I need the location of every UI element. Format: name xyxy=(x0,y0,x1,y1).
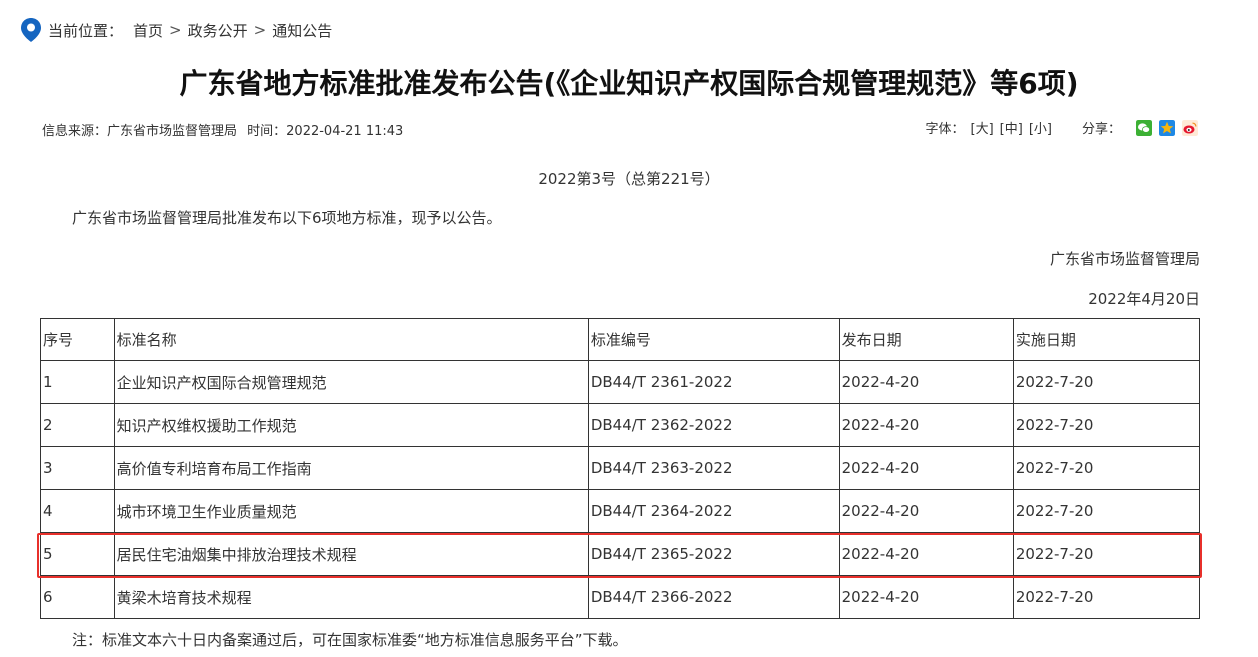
cell-effective-date: 2022-7-20 xyxy=(1012,489,1201,533)
signing-date: 2022年4月20日 xyxy=(1088,290,1200,308)
breadcrumb-home[interactable]: 首页 xyxy=(133,20,163,41)
info-source: 信息来源：广东省市场监督管理局 xyxy=(42,124,238,139)
weibo-icon[interactable] xyxy=(1182,119,1198,136)
cell-publish-date: 2022-4-20 xyxy=(838,532,1014,576)
qzone-icon[interactable] xyxy=(1159,119,1175,136)
intro-paragraph: 广东省市场监督管理局批准发布以下6项地方标准，现予以公告。 xyxy=(72,209,502,227)
cell-effective-date: 2022-7-20 xyxy=(1012,575,1201,619)
signing-authority: 广东省市场监督管理局 xyxy=(1049,250,1200,268)
table-header-row: 序号 标准名称 标准编号 发布日期 实施日期 xyxy=(40,318,1201,361)
article-tools: 字体： [大] [中] [小] 分享： xyxy=(925,118,1198,137)
cell-seq: 2 xyxy=(40,403,115,447)
page-title: 广东省地方标准批准发布公告(《企业知识产权国际合规管理规范》等6项) xyxy=(179,67,1079,100)
header-standard-number: 标准编号 xyxy=(587,318,840,361)
header-publish-date: 发布日期 xyxy=(838,318,1014,361)
cell-seq: 4 xyxy=(40,489,115,533)
header-standard-name: 标准名称 xyxy=(113,318,589,361)
table-row: 2 知识产权维权援助工作规范 DB44/T 2362-2022 2022-4-2… xyxy=(40,403,1201,447)
cell-seq: 6 xyxy=(40,575,115,619)
table-row: 4 城市环境卫生作业质量规范 DB44/T 2364-2022 2022-4-2… xyxy=(40,489,1201,533)
standards-table: 序号 标准名称 标准编号 发布日期 实施日期 1 企业知识产权国际合规管理规范 … xyxy=(40,318,1201,619)
article-meta: 信息来源：广东省市场监督管理局 时间：2022-04-21 11:43 xyxy=(42,120,409,139)
font-size-small-button[interactable]: [小] xyxy=(1029,118,1052,137)
cell-standard-name: 居民住宅油烟集中排放治理技术规程 xyxy=(113,532,589,576)
header-effective-date: 实施日期 xyxy=(1012,318,1201,361)
font-size-label: 字体： xyxy=(925,122,965,137)
cell-effective-date: 2022-7-20 xyxy=(1012,360,1201,404)
publish-time: 时间：2022-04-21 11:43 xyxy=(247,124,404,139)
font-size-large-button[interactable]: [大] xyxy=(971,118,994,137)
cell-standard-number: DB44/T 2365-2022 xyxy=(587,532,840,576)
cell-publish-date: 2022-4-20 xyxy=(838,489,1014,533)
breadcrumb-separator: > xyxy=(169,21,182,39)
cell-seq: 5 xyxy=(40,532,115,576)
cell-effective-date: 2022-7-20 xyxy=(1012,532,1201,576)
share-label: 分享： xyxy=(1081,122,1121,137)
breadcrumb-separator: > xyxy=(253,21,267,39)
cell-seq: 1 xyxy=(40,360,115,404)
wechat-icon[interactable] xyxy=(1136,119,1152,136)
location-pin-icon xyxy=(21,18,41,42)
issue-number: 2022第3号（总第221号） xyxy=(538,170,720,188)
cell-effective-date: 2022-7-20 xyxy=(1012,446,1201,490)
cell-publish-date: 2022-4-20 xyxy=(838,403,1014,447)
cell-standard-name: 知识产权维权援助工作规范 xyxy=(113,403,589,447)
table-row-highlighted: 5 居民住宅油烟集中排放治理技术规程 DB44/T 2365-2022 2022… xyxy=(40,532,1201,576)
cell-standard-number: DB44/T 2362-2022 xyxy=(587,403,840,447)
footnote: 注：标准文本六十日内备案通过后，可在国家标准委“地方标准信息服务平台”下载。 xyxy=(72,631,628,649)
header-seq: 序号 xyxy=(40,318,115,361)
table-row: 1 企业知识产权国际合规管理规范 DB44/T 2361-2022 2022-4… xyxy=(40,360,1201,404)
font-size-medium-button[interactable]: [中] xyxy=(1000,118,1023,137)
cell-standard-name: 企业知识产权国际合规管理规范 xyxy=(113,360,589,404)
cell-standard-number: DB44/T 2364-2022 xyxy=(587,489,840,533)
breadcrumb-label: 当前位置： xyxy=(48,21,124,40)
breadcrumb-notices[interactable]: 通知公告 xyxy=(272,20,332,41)
breadcrumb-gov-affairs[interactable]: 政务公开 xyxy=(188,20,248,41)
breadcrumb: 当前位置： 首页 > 政务公开 > 通知公告 xyxy=(20,16,332,44)
cell-standard-number: DB44/T 2366-2022 xyxy=(587,575,840,619)
table-row: 6 黄梁木培育技术规程 DB44/T 2366-2022 2022-4-20 2… xyxy=(40,575,1201,619)
table-row: 3 高价值专利培育布局工作指南 DB44/T 2363-2022 2022-4-… xyxy=(40,446,1201,490)
cell-standard-name: 高价值专利培育布局工作指南 xyxy=(113,446,589,490)
cell-standard-name: 黄梁木培育技术规程 xyxy=(113,575,589,619)
cell-publish-date: 2022-4-20 xyxy=(838,360,1014,404)
cell-publish-date: 2022-4-20 xyxy=(838,575,1014,619)
cell-standard-number: DB44/T 2361-2022 xyxy=(587,360,840,404)
cell-standard-name: 城市环境卫生作业质量规范 xyxy=(113,489,589,533)
cell-seq: 3 xyxy=(40,446,115,490)
cell-publish-date: 2022-4-20 xyxy=(838,446,1014,490)
cell-effective-date: 2022-7-20 xyxy=(1012,403,1201,447)
cell-standard-number: DB44/T 2363-2022 xyxy=(587,446,840,490)
